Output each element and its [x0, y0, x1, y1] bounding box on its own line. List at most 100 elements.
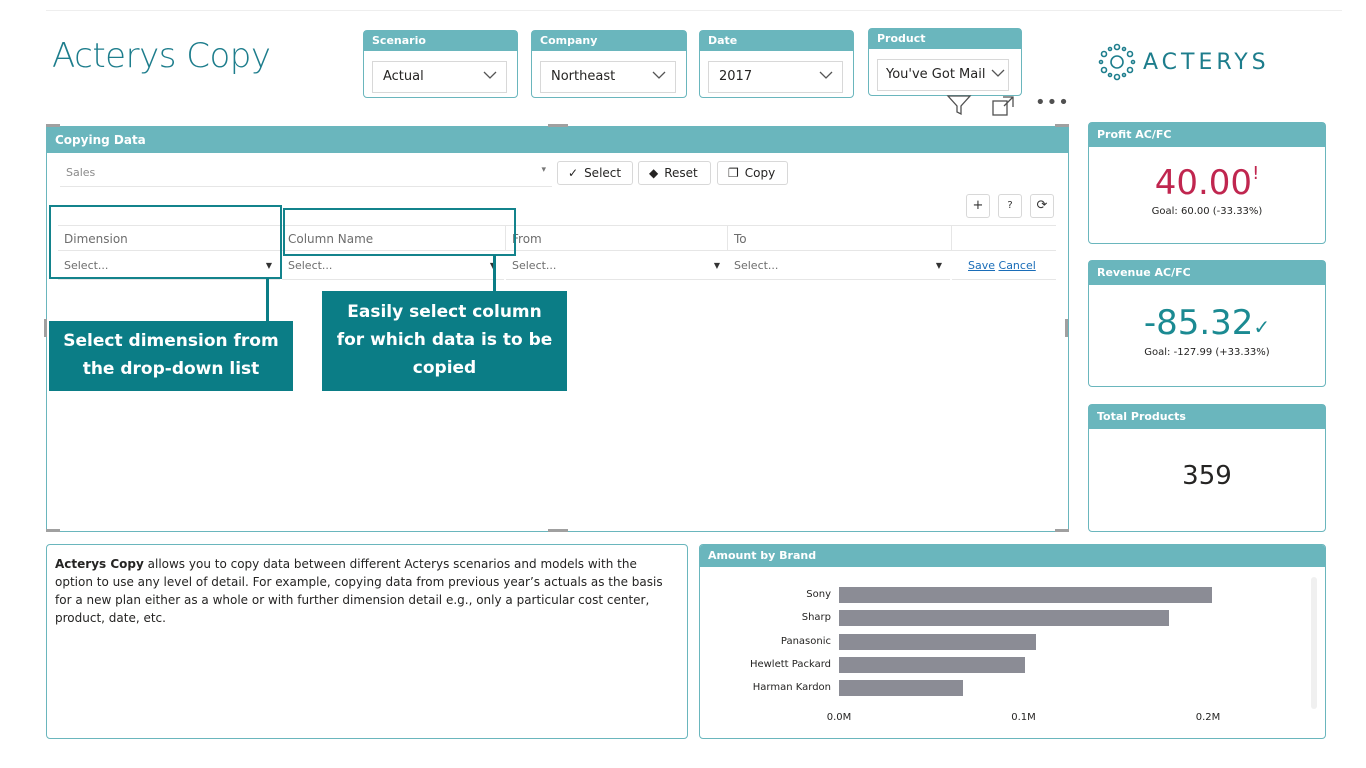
- resize-handle[interactable]: [1065, 319, 1068, 337]
- bar-label: Sony: [806, 589, 831, 600]
- panel-title: Copying Data: [47, 127, 1068, 153]
- column-callout: Easily select column for which data is t…: [322, 291, 567, 391]
- company-slicer[interactable]: Company Northeast: [531, 30, 687, 98]
- more-options-icon[interactable]: •••: [1035, 92, 1070, 113]
- alert-icon: !: [1252, 163, 1260, 184]
- bar[interactable]: [839, 656, 1026, 673]
- x-tick-label: 0.0M: [826, 712, 852, 723]
- kpi-goal: Goal: 60.00 (-33.33%): [1151, 206, 1263, 217]
- description-card: Acterys Copy allows you to copy data bet…: [46, 544, 688, 739]
- product-dropdown[interactable]: You've Got Mail: [877, 59, 1009, 91]
- bar-label: Harman Kardon: [752, 682, 831, 694]
- from-dropdown-value: Select...: [512, 259, 557, 272]
- resize-handle[interactable]: [46, 124, 60, 127]
- slicer-value: You've Got Mail: [886, 67, 986, 82]
- column-header-to: To: [728, 225, 952, 251]
- amount-by-brand-chart: Amount by Brand Sony Sharp Panasonic Hewlet…: [699, 544, 1326, 739]
- column-name-dropdown-value: Select...: [288, 259, 333, 272]
- help-button[interactable]: ?: [998, 194, 1022, 218]
- revenue-kpi-card: Revenue AC/FC -85.32✓ Goal: -127.99 (+33…: [1088, 260, 1326, 387]
- slicer-label: Date: [700, 31, 853, 51]
- chevron-down-icon: [819, 71, 833, 79]
- to-dropdown[interactable]: Select... ▼: [728, 252, 950, 280]
- save-link[interactable]: Save: [968, 259, 995, 272]
- profit-value: 40.00: [1154, 163, 1253, 203]
- product-slicer[interactable]: Product You've Got Mail: [868, 28, 1022, 96]
- bar[interactable]: [839, 610, 1170, 627]
- source-select-value: Sales: [66, 166, 96, 179]
- chevron-down-icon: [652, 71, 666, 79]
- resize-handle[interactable]: [1055, 529, 1069, 532]
- scenario-dropdown[interactable]: Actual: [372, 61, 507, 93]
- column-name-dropdown[interactable]: Select... ▼: [282, 252, 504, 280]
- callout-connector: [266, 278, 269, 321]
- select-button-label: Select: [584, 166, 622, 180]
- refresh-button[interactable]: ⟳: [1030, 194, 1054, 218]
- page-title: Acterys Copy: [52, 36, 271, 76]
- resize-handle[interactable]: [46, 529, 60, 532]
- chevron-down-icon: [483, 71, 497, 79]
- dimension-callout: Select dimension from the drop-down list: [49, 321, 293, 391]
- bar[interactable]: [839, 633, 1037, 650]
- column-header-actions: [952, 225, 1056, 251]
- reset-button-label: Reset: [664, 166, 698, 180]
- kpi-title: Revenue AC/FC: [1089, 261, 1325, 285]
- description-text: Acterys Copy allows you to copy data bet…: [55, 555, 675, 627]
- scenario-slicer[interactable]: Scenario Actual: [363, 30, 518, 98]
- slicer-value: Actual: [383, 69, 424, 84]
- resize-handle[interactable]: [1055, 124, 1069, 127]
- row-actions: Save Cancel: [952, 252, 1056, 280]
- slicer-label: Product: [869, 29, 1021, 49]
- kpi-value: -85.32✓: [1089, 303, 1325, 343]
- copy-button-label: Copy: [744, 166, 776, 180]
- acterys-logo-icon: [1098, 43, 1136, 81]
- slicer-value: 2017: [719, 69, 753, 84]
- bar-label: Sharp: [801, 612, 831, 624]
- caret-down-icon: ▾: [541, 165, 546, 175]
- description-body: allows you to copy data between differen…: [55, 557, 663, 625]
- copy-button[interactable]: ❐ Copy: [717, 161, 788, 185]
- check-icon: ✓: [1253, 315, 1271, 339]
- caret-down-icon: ▼: [935, 261, 942, 270]
- logo-text: ACTERYS: [1143, 50, 1270, 75]
- source-select[interactable]: Sales ▾: [60, 160, 552, 187]
- bar[interactable]: [839, 587, 1212, 603]
- eraser-icon: ◆: [649, 166, 659, 180]
- resize-handle[interactable]: [44, 319, 47, 337]
- add-button[interactable]: +: [966, 194, 990, 218]
- bar-label: Panasonic: [780, 635, 831, 647]
- kpi-title: Profit AC/FC: [1089, 123, 1325, 147]
- slicer-label: Scenario: [364, 31, 517, 51]
- callout-connector: [493, 255, 496, 292]
- select-button[interactable]: ✓ Select: [557, 161, 633, 185]
- copy-icon: ❐: [728, 166, 739, 180]
- kpi-value: 359: [1182, 461, 1232, 491]
- filter-icon[interactable]: [946, 94, 972, 116]
- check-icon: ✓: [568, 166, 579, 180]
- x-tick-label: 0.2M: [1195, 712, 1221, 723]
- column-header-from: From: [506, 225, 728, 251]
- cancel-link[interactable]: Cancel: [999, 259, 1036, 272]
- date-slicer[interactable]: Date 2017: [699, 30, 854, 98]
- x-tick-label: 0.1M: [1011, 712, 1036, 723]
- caret-down-icon: ▼: [713, 261, 720, 270]
- chevron-down-icon: [991, 69, 1005, 77]
- company-dropdown[interactable]: Northeast: [540, 61, 676, 93]
- focus-mode-icon[interactable]: [991, 95, 1015, 117]
- resize-handle[interactable]: [548, 124, 568, 127]
- dimension-highlight: [49, 205, 282, 279]
- date-dropdown[interactable]: 2017: [708, 61, 843, 93]
- kpi-title: Total Products: [1089, 405, 1325, 429]
- from-dropdown[interactable]: Select... ▼: [506, 252, 728, 280]
- to-dropdown-value: Select...: [734, 259, 779, 272]
- resize-handle[interactable]: [548, 529, 568, 532]
- column-name-highlight: [283, 208, 516, 256]
- slicer-value: Northeast: [551, 69, 616, 84]
- total-products-card: Total Products 359: [1088, 404, 1326, 532]
- profit-kpi-card: Profit AC/FC 40.00! Goal: 60.00 (-33.33%…: [1088, 122, 1326, 244]
- reset-button[interactable]: ◆ Reset: [638, 161, 711, 185]
- slicer-label: Company: [532, 31, 686, 51]
- bar[interactable]: [839, 680, 963, 697]
- revenue-value: -85.32: [1143, 303, 1254, 343]
- description-bold: Acterys Copy: [55, 557, 144, 571]
